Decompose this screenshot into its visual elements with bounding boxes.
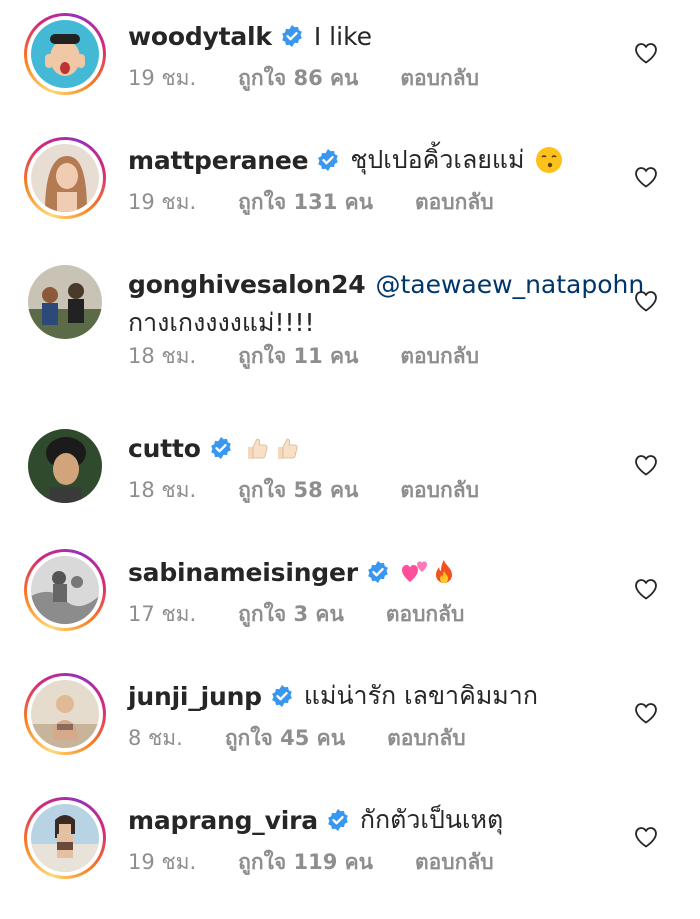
comment-item: cutto 18 ชม. ถูกใจ 58 คน ตอบกลับ [0, 412, 700, 536]
comment-list: woodytalk I like 19 ชม. ถูกใจ 86 คน ตอบก… [0, 0, 700, 919]
verified-badge-icon [368, 561, 388, 583]
comment-time: 17 ชม. [128, 602, 197, 626]
like-count[interactable]: ถูกใจ 119 คน [238, 846, 373, 879]
comment-item: maprang_vira กักตัวเป็นเหตุ 19 ชม. ถูกใจ… [0, 784, 700, 908]
like-count[interactable]: ถูกใจ 131 คน [238, 186, 373, 219]
comment-time: 18 ชม. [128, 344, 197, 368]
avatar[interactable] [28, 265, 102, 339]
comment-item: woodytalk I like 19 ชม. ถูกใจ 86 คน ตอบก… [0, 0, 700, 124]
verified-badge-icon [328, 809, 348, 831]
reply-button[interactable]: ตอบกลับ [415, 846, 494, 879]
reply-button[interactable]: ตอบกลับ [400, 474, 479, 507]
story-ring[interactable] [24, 673, 106, 755]
story-ring[interactable] [24, 797, 106, 879]
username[interactable]: junji_junp [128, 682, 262, 711]
avatar[interactable] [28, 429, 102, 503]
heart-icon[interactable] [634, 826, 658, 848]
reply-button[interactable]: ตอบกลับ [415, 186, 494, 219]
comment-text: กางเกงงงงแม่!!!! [128, 308, 315, 337]
avatar[interactable] [31, 680, 99, 748]
heart-icon[interactable] [634, 578, 658, 600]
avatar[interactable] [31, 144, 99, 212]
verified-badge-icon [272, 685, 292, 707]
comment-item: junji_junp แม่น่ารัก เลขาคิมมาก 8 ชม. ถู… [0, 660, 700, 784]
like-count[interactable]: ถูกใจ 86 คน [238, 62, 358, 95]
comment-time: 19 ชม. [128, 850, 197, 874]
like-count[interactable]: ถูกใจ 45 คน [225, 722, 345, 755]
heart-icon[interactable] [634, 454, 658, 476]
reply-button[interactable]: ตอบกลับ [400, 62, 479, 95]
fire-emoji-icon [435, 560, 452, 583]
two-hearts-emoji-icon [401, 561, 427, 582]
verified-badge-icon [318, 149, 339, 171]
comment-item: gonghivesalon24 @taewaew_natapohn กางเกง… [0, 248, 700, 372]
verified-badge-icon [282, 25, 302, 47]
comment-time: 19 ชม. [128, 66, 197, 90]
reply-button[interactable]: ตอบกลับ [387, 722, 466, 755]
heart-icon[interactable] [634, 290, 658, 312]
comment-time: 8 ชม. [128, 726, 183, 750]
comment-item: mattperanee ชุปเปอคิ้วเลยแม่ 19 ชม. ถูกใ… [0, 124, 700, 248]
avatar-frame [24, 425, 106, 507]
thumbs-up-emoji-icon [247, 438, 268, 459]
mention-link[interactable]: @taewaew_natapohn [375, 270, 644, 299]
comment-time: 18 ชม. [128, 478, 197, 502]
avatar[interactable] [31, 556, 99, 624]
story-ring[interactable] [24, 137, 106, 219]
username[interactable]: mattperanee [128, 146, 309, 175]
comment-text: I like [313, 21, 373, 51]
reply-button[interactable]: ตอบกลับ [400, 340, 479, 373]
like-count[interactable]: ถูกใจ 11 คน [238, 340, 358, 373]
comment-item: sabinameisinger 17 ชม. ถูกใจ 3 คน ตอบกลั… [0, 536, 700, 660]
avatar[interactable] [31, 20, 99, 88]
thumbs-up-emoji-icon [277, 438, 298, 459]
like-count[interactable]: ถูกใจ 58 คน [238, 474, 358, 507]
comment-time: 19 ชม. [128, 190, 197, 214]
reply-button[interactable]: ตอบกลับ [386, 598, 465, 631]
username[interactable]: sabinameisinger [128, 558, 358, 587]
story-ring[interactable] [24, 13, 106, 95]
username[interactable]: maprang_vira [128, 806, 318, 835]
verified-badge-icon [210, 437, 231, 459]
kissing-face-emoji-icon [535, 147, 562, 173]
comment-text: กักตัวเป็นเหตุ [359, 805, 504, 834]
story-ring[interactable] [24, 549, 106, 631]
heart-icon[interactable] [634, 42, 658, 64]
comment-text: ชุปเปอคิ้วเลยแม่ [350, 145, 525, 174]
avatar-frame [24, 261, 106, 343]
heart-icon[interactable] [634, 166, 658, 188]
comment-text: แม่น่ารัก เลขาคิมมาก [303, 681, 538, 710]
username[interactable]: woodytalk [128, 22, 272, 51]
username[interactable]: gonghivesalon24 [128, 270, 366, 299]
username[interactable]: cutto [128, 434, 201, 463]
heart-icon[interactable] [634, 702, 658, 724]
avatar[interactable] [31, 804, 99, 872]
like-count[interactable]: ถูกใจ 3 คน [238, 598, 344, 631]
